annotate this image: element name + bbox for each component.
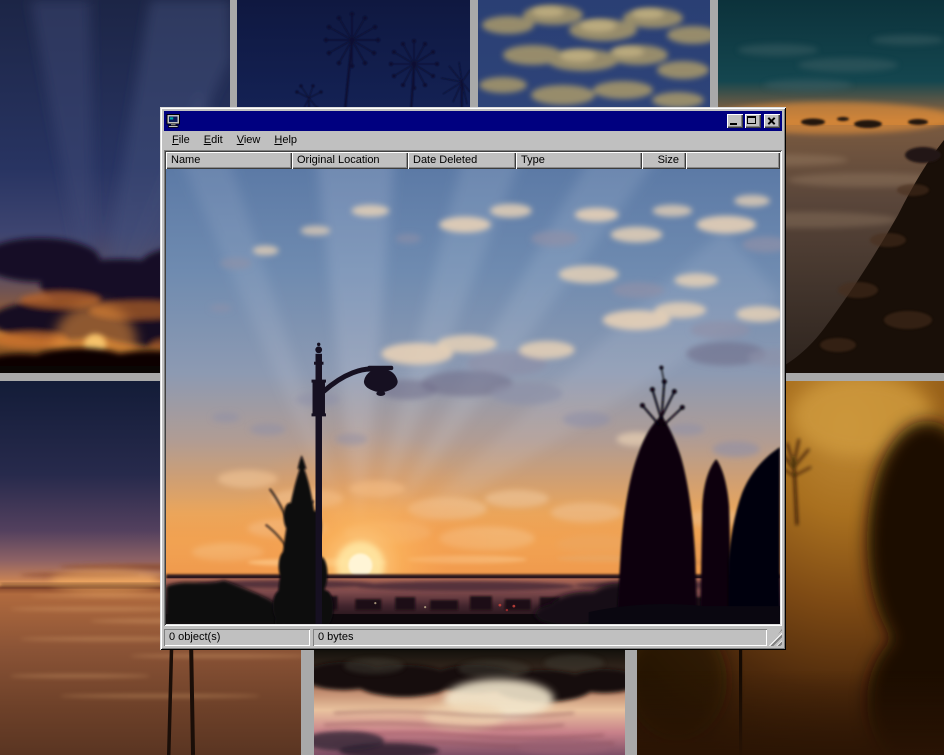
menu-edit[interactable]: Edit: [197, 132, 230, 149]
list-content-area[interactable]: [166, 169, 780, 624]
computer-monitor-icon: [166, 113, 182, 129]
sun: [348, 553, 372, 577]
file-list-view: Name Original Location Date Deleted Type…: [164, 150, 782, 626]
column-header-filler: [686, 152, 780, 169]
minimize-icon: [730, 123, 737, 125]
desktop: File Edit View Help Name Original Locati…: [0, 0, 944, 755]
maximize-icon: [747, 116, 756, 124]
status-size: 0 bytes: [313, 629, 767, 646]
resize-grip[interactable]: [769, 629, 782, 646]
status-bar: 0 object(s) 0 bytes: [164, 629, 782, 646]
maximize-button[interactable]: [745, 114, 761, 128]
sunset-streetlamp-photo: [166, 169, 780, 624]
menu-file[interactable]: File: [165, 132, 197, 149]
column-header-row: Name Original Location Date Deleted Type…: [166, 152, 780, 169]
window-titlebar[interactable]: [164, 111, 782, 131]
column-header-date-deleted[interactable]: Date Deleted: [408, 152, 516, 169]
minimize-button[interactable]: [727, 114, 743, 128]
column-header-type[interactable]: Type: [516, 152, 642, 169]
column-header-original-location[interactable]: Original Location: [292, 152, 408, 169]
recycle-bin-window: File Edit View Help Name Original Locati…: [160, 107, 786, 650]
menu-bar: File Edit View Help: [164, 131, 782, 150]
column-header-size[interactable]: Size: [642, 152, 686, 169]
column-header-name[interactable]: Name: [166, 152, 292, 169]
status-objects: 0 object(s): [164, 629, 310, 646]
menu-help[interactable]: Help: [267, 132, 304, 149]
menu-view[interactable]: View: [230, 132, 268, 149]
close-button[interactable]: [764, 114, 780, 128]
